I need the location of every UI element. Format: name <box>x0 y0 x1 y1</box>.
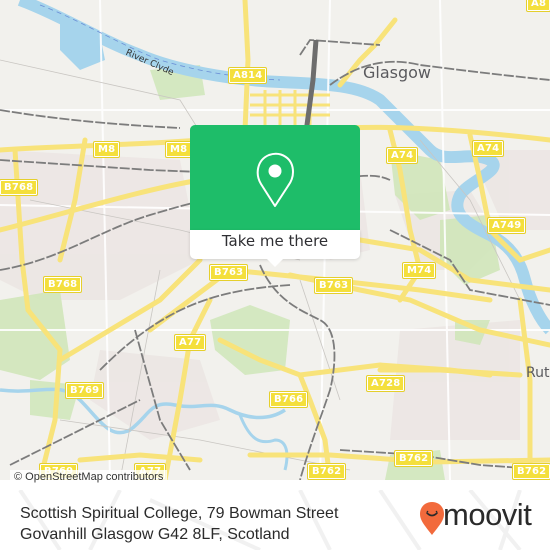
road-shield-b768: B768 <box>0 179 39 196</box>
road-shield-b762: B762 <box>306 463 347 480</box>
road-shield-a814: A814 <box>227 67 268 84</box>
road-shield-a74: A74 <box>471 140 505 157</box>
road-shield-m74: M74 <box>401 262 437 279</box>
moovit-pin-icon <box>420 502 444 535</box>
city-label-rutherglen: Ruth <box>526 365 550 381</box>
road-shield-b763: B763 <box>313 277 354 294</box>
road-shield-a8: A8 <box>525 0 550 12</box>
map-attribution[interactable]: © OpenStreetMap contributors <box>10 470 168 484</box>
map-view[interactable]: River Clyde Glasgow Ruth A814 M8 M8 B768… <box>0 0 550 480</box>
road-shield-a728: A728 <box>365 375 406 392</box>
road-shield-b769: B769 <box>64 382 105 399</box>
road-shield-a749: A749 <box>486 217 527 234</box>
address-text: Scottish Spiritual College, 79 Bowman St… <box>20 503 338 545</box>
location-popup[interactable]: Take me there <box>190 125 360 267</box>
road-shield-b768: B768 <box>42 276 83 293</box>
road-shield-b762: B762 <box>511 463 550 480</box>
road-shield-a74: A74 <box>385 147 419 164</box>
address-line-1: Scottish Spiritual College, 79 Bowman St… <box>20 505 339 522</box>
address-line-2: Govanhill Glasgow G42 8LF, Scotland <box>20 526 290 543</box>
city-label-glasgow: Glasgow <box>363 63 432 82</box>
road-shield-a77: A77 <box>173 334 207 351</box>
road-shield-b766: B766 <box>268 391 309 408</box>
road-shield-b762: B762 <box>393 450 434 467</box>
map-pin-icon <box>256 153 294 207</box>
moovit-wordmark: moovit <box>443 497 532 532</box>
road-shield-m8: M8 <box>164 141 193 158</box>
road-shield-b763: B763 <box>208 264 249 281</box>
road-shield-m8: M8 <box>92 141 121 158</box>
moovit-logo[interactable]: moovit <box>420 497 550 540</box>
take-me-there-label[interactable]: Take me there <box>190 232 360 250</box>
popup-pointer <box>266 258 284 267</box>
